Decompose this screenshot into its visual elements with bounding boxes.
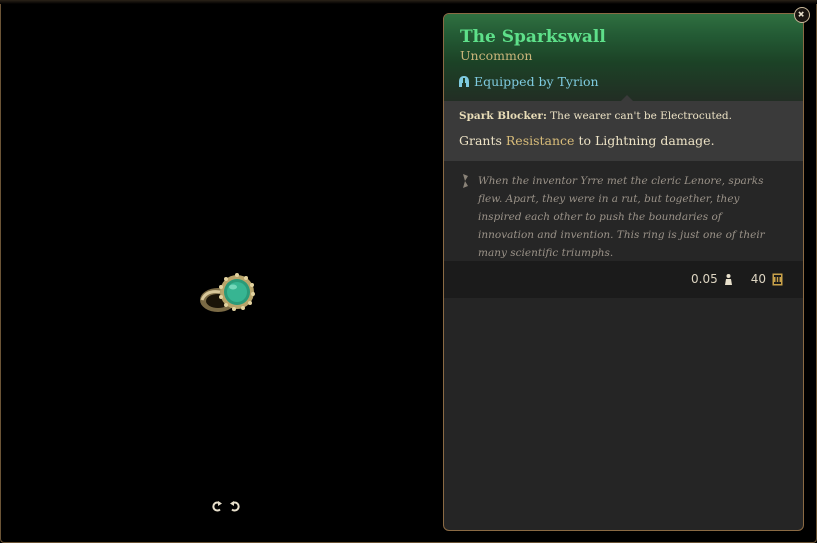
passive-description: The wearer can't be Electrocuted. [550, 110, 732, 122]
tooltip-header: The Sparkswall Uncommon Equipped by Tyri… [444, 14, 803, 102]
item-stats-row: 0.05 40 [444, 261, 803, 298]
rotate-left-icon[interactable] [212, 500, 223, 513]
lore-text: When the inventor Yrre met the cleric Le… [478, 175, 765, 259]
weight-icon [724, 273, 732, 285]
grants-suffix: to Lightning damage. [578, 133, 715, 148]
item-stats: 0.05 40 [691, 272, 783, 286]
close-icon[interactable] [795, 8, 809, 22]
rotate-right-icon[interactable] [229, 500, 240, 513]
equipped-by-text: Equipped by Tyrion [474, 74, 599, 89]
close-button[interactable] [794, 7, 810, 23]
lore-section: When the inventor Yrre met the cleric Le… [444, 161, 803, 261]
passive-name: Spark Blocker: [459, 110, 547, 122]
grants-prefix: Grants [459, 133, 502, 148]
passive-section: Spark Blocker: The wearer can't be Elect… [444, 101, 803, 161]
item-weight: 0.05 [691, 272, 718, 286]
rotate-controls [212, 498, 240, 514]
item-preview-viewport[interactable] [8, 12, 436, 532]
item-tooltip-panel: The Sparkswall Uncommon Equipped by Tyri… [443, 13, 804, 531]
equipped-by-row: Equipped by Tyrion [458, 74, 599, 89]
item-value: 40 [750, 272, 766, 286]
divider-notch-top [621, 95, 633, 101]
resistance-keyword[interactable]: Resistance [506, 133, 575, 148]
scroll-quill-icon [463, 174, 468, 188]
item-rarity: Uncommon [460, 48, 533, 63]
gold-coin-icon [772, 273, 783, 285]
helmet-icon [459, 75, 469, 87]
window-top-edge [0, 0, 817, 4]
ring-model[interactable] [196, 270, 256, 320]
passive-line: Spark Blocker: The wearer can't be Elect… [459, 110, 732, 122]
grants-line: Grants Resistance to Lightning damage. [459, 133, 715, 148]
item-name: The Sparkswall [460, 27, 606, 47]
